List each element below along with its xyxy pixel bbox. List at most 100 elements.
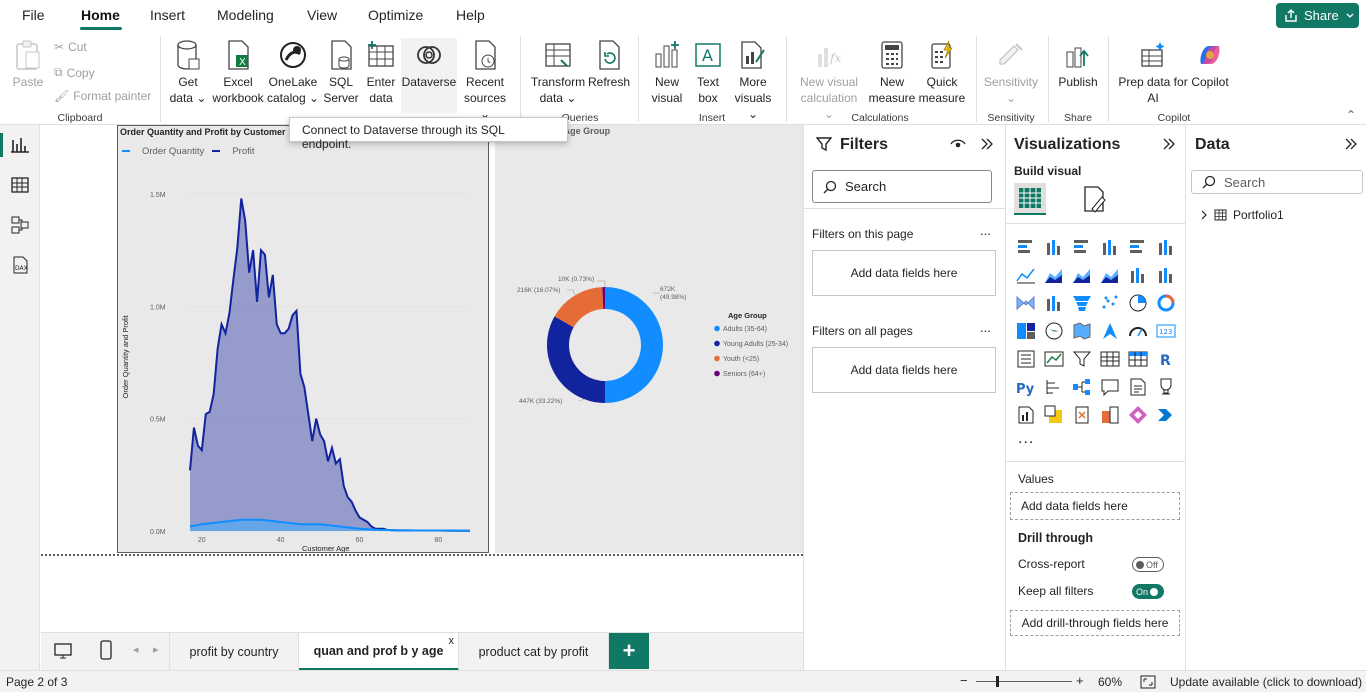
visual-type-icon[interactable]: 123 xyxy=(1156,324,1176,338)
share-button[interactable]: Share xyxy=(1276,3,1359,28)
page-tab[interactable]: product cat by profit xyxy=(459,633,609,671)
menu-help[interactable]: Help xyxy=(456,7,485,23)
paste-button[interactable]: Paste xyxy=(10,38,46,90)
format-painter-button[interactable]: 🖌 Format painter xyxy=(54,89,151,103)
cut-button[interactable]: ✂ Cut xyxy=(54,40,87,54)
visual-type-icon[interactable] xyxy=(1157,294,1175,312)
visual-type-icon[interactable] xyxy=(1101,269,1118,283)
excel-workbook-button[interactable]: X Excel workbook xyxy=(210,38,266,106)
more-options-icon[interactable]: ... xyxy=(980,223,991,238)
donut-chart-visual[interactable]: by Age Group 672K (49.98%) 447K (33.22%) 21… xyxy=(495,125,803,553)
keep-all-filters-toggle[interactable]: On xyxy=(1132,584,1164,599)
visual-type-icon[interactable]: R xyxy=(1160,353,1171,369)
visual-type-icon[interactable] xyxy=(1101,379,1119,397)
collapse-viz-icon[interactable] xyxy=(1162,137,1176,151)
menu-home[interactable]: Home xyxy=(81,7,120,23)
prev-page-icon[interactable]: ◂ xyxy=(133,643,139,656)
fit-to-page-icon[interactable] xyxy=(1140,675,1156,689)
all-pages-filters-drop-zone[interactable]: Add data fields here xyxy=(812,347,996,393)
visual-type-icon[interactable] xyxy=(1103,240,1116,255)
visual-type-icon[interactable] xyxy=(1075,406,1089,424)
get-data-button[interactable]: Get data ⌄ xyxy=(167,38,209,106)
visual-type-icon[interactable] xyxy=(1044,351,1064,367)
visual-type-icon[interactable] xyxy=(1102,295,1118,309)
publish-button[interactable]: Publish xyxy=(1054,38,1102,90)
page-filters-drop-zone[interactable]: Add data fields here xyxy=(812,250,996,296)
menu-optimize[interactable]: Optimize xyxy=(368,7,423,23)
menu-insert[interactable]: Insert xyxy=(150,7,185,23)
visual-type-icon[interactable] xyxy=(1129,294,1147,312)
visual-type-icon[interactable] xyxy=(1017,350,1035,368)
values-drop-zone[interactable]: Add data fields here xyxy=(1010,492,1180,520)
text-box-button[interactable]: A Text box xyxy=(690,38,726,106)
visual-type-icon[interactable] xyxy=(1047,240,1060,255)
zoom-in-button[interactable]: + xyxy=(1076,673,1084,688)
enter-data-button[interactable]: Enter data xyxy=(362,38,400,106)
visual-type-icon[interactable] xyxy=(1160,378,1172,395)
visual-type-icon[interactable] xyxy=(1131,268,1144,283)
menu-file[interactable]: File xyxy=(22,7,45,23)
visual-type-icon[interactable] xyxy=(1159,240,1172,255)
visual-type-icon[interactable] xyxy=(1100,351,1120,367)
new-visual-button[interactable]: New visual xyxy=(646,38,688,106)
new-visual-calculation-button[interactable]: fx New visual calculation ⌄ xyxy=(794,38,864,122)
dax-query-icon[interactable]: DAX xyxy=(10,255,30,275)
menu-modeling[interactable]: Modeling xyxy=(217,7,274,23)
visual-type-icon[interactable] xyxy=(1018,240,1032,253)
transform-data-button[interactable]: Transform data ⌄ xyxy=(528,38,588,106)
drill-through-drop-zone[interactable]: Add drill-through fields here xyxy=(1010,610,1180,636)
page-tab[interactable]: profit by country xyxy=(169,633,299,671)
sensitivity-button[interactable]: Sensitivity ⌄ xyxy=(982,38,1040,106)
collapse-ribbon-icon[interactable]: ⌃ xyxy=(1346,108,1356,122)
build-visual-tab[interactable] xyxy=(1014,183,1046,215)
mobile-layout-icon[interactable] xyxy=(99,640,113,660)
visual-type-icon[interactable] xyxy=(1016,268,1035,284)
report-canvas[interactable]: Order Quantity and Profit by Customer Or… xyxy=(41,125,803,632)
dataverse-button[interactable]: Dataverse xyxy=(401,38,457,113)
copy-button[interactable]: ⧉ Copy xyxy=(54,65,95,80)
zoom-slider-thumb[interactable] xyxy=(996,676,999,687)
sql-server-button[interactable]: SQL Server xyxy=(321,38,361,106)
visual-type-icon[interactable] xyxy=(1159,268,1172,283)
refresh-button[interactable]: Refresh xyxy=(588,38,630,90)
visual-type-icon[interactable] xyxy=(1129,327,1147,337)
close-tab-icon[interactable]: x xyxy=(449,635,455,647)
visual-type-icon[interactable] xyxy=(1073,379,1090,395)
visual-type-icon[interactable] xyxy=(1073,296,1091,311)
visual-type-icon[interactable] xyxy=(1072,351,1092,367)
area-chart-visual[interactable]: Order Quantity and Profit by Customer Or… xyxy=(117,125,489,553)
visual-type-icon[interactable] xyxy=(1073,269,1090,283)
visual-type-icon[interactable] xyxy=(1047,296,1060,311)
update-available-link[interactable]: Update available (click to download) xyxy=(1170,675,1362,689)
onelake-catalog-button[interactable]: OneLake catalog ⌄ xyxy=(266,38,320,106)
visual-type-icon[interactable] xyxy=(1130,378,1146,396)
data-search-input[interactable]: Search xyxy=(1191,170,1363,194)
collapse-filters-icon[interactable] xyxy=(980,137,994,151)
visual-type-icon[interactable] xyxy=(1073,322,1091,340)
quick-measure-button[interactable]: Quick measure xyxy=(918,38,966,106)
desktop-layout-icon[interactable] xyxy=(53,641,73,661)
visual-type-icon[interactable] xyxy=(1158,409,1172,421)
visual-type-icon[interactable] xyxy=(1128,351,1148,367)
visual-type-icon[interactable] xyxy=(1045,322,1063,340)
visual-type-icon[interactable] xyxy=(1044,405,1062,423)
more-options-icon[interactable]: ... xyxy=(980,320,991,335)
page-tab-active[interactable]: quan and prof b y age x xyxy=(299,633,459,671)
more-visuals-button[interactable]: More visuals ⌄ xyxy=(728,38,778,122)
visual-type-icon[interactable] xyxy=(1130,240,1144,253)
visual-type-icon[interactable] xyxy=(1017,323,1035,339)
menu-view[interactable]: View xyxy=(307,7,337,23)
visual-type-icon[interactable]: Py xyxy=(1016,382,1035,397)
zoom-out-button[interactable]: − xyxy=(960,673,968,688)
report-view-icon[interactable] xyxy=(10,135,30,155)
visual-type-icon[interactable] xyxy=(1045,269,1062,283)
visual-type-icon[interactable] xyxy=(1129,406,1147,424)
next-page-icon[interactable]: ▸ xyxy=(153,643,159,656)
eye-icon[interactable] xyxy=(950,137,966,151)
visual-type-icon[interactable] xyxy=(1103,323,1117,339)
filters-search-input[interactable]: Search xyxy=(812,170,992,203)
copilot-button[interactable]: Copilot xyxy=(1190,38,1230,90)
visual-type-icon[interactable] xyxy=(1102,406,1119,424)
format-visual-icon[interactable] xyxy=(1082,185,1108,213)
prep-data-for-ai-button[interactable]: Prep data for AI xyxy=(1114,38,1192,106)
